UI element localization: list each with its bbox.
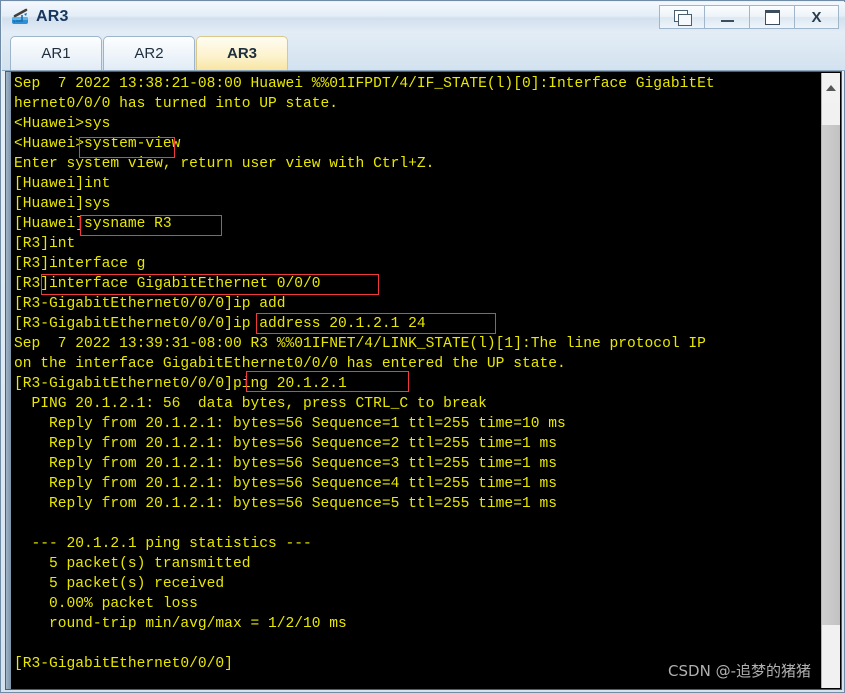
terminal-line: on the interface GigabitEthernet0/0/0 ha…	[14, 356, 566, 372]
scrollbar-thumb[interactable]	[822, 125, 840, 625]
terminal-line: [Huawei]sys	[14, 196, 111, 212]
terminal-line: [R3-GigabitEthernet0/0/0]ip add	[14, 296, 286, 312]
terminal-line: Reply from 20.1.2.1: bytes=56 Sequence=5…	[14, 496, 557, 512]
terminal-line: PING 20.1.2.1: 56 data bytes, press CTRL…	[14, 396, 487, 412]
scroll-up-button[interactable]	[822, 73, 840, 103]
terminal-line: Reply from 20.1.2.1: bytes=56 Sequence=3…	[14, 456, 557, 472]
maximize-button[interactable]	[749, 5, 794, 29]
device-tab-strip: AR1 AR2 AR3	[2, 32, 845, 71]
terminal-line: Reply from 20.1.2.1: bytes=56 Sequence=1…	[14, 416, 566, 432]
maximize-icon	[764, 9, 780, 25]
terminal-line: [R3]interface g	[14, 256, 146, 272]
terminal-line: round-trip min/avg/max = 1/2/10 ms	[14, 616, 347, 632]
terminal-line: [Huawei]sysname R3	[14, 216, 172, 232]
minimize-button[interactable]	[704, 5, 749, 29]
terminal-line: [R3]interface GigabitEthernet 0/0/0	[14, 276, 321, 292]
close-button[interactable]: X	[794, 5, 839, 29]
terminal-left-rail	[6, 72, 11, 689]
terminal-line: [Huawei]int	[14, 176, 111, 192]
minimize-icon	[720, 20, 734, 22]
terminal-line: 0.00% packet loss	[14, 596, 198, 612]
ar3-router-cli-window: AR3 X AR1 AR2 AR3 Sep 7 2022 13:38:21-08…	[0, 0, 845, 693]
terminal-line: <Huawei>system-view	[14, 136, 181, 152]
terminal-output: Sep 7 2022 13:38:21-08:00 Huawei %%01IFP…	[14, 74, 817, 689]
terminal-line: Enter system view, return user view with…	[14, 156, 435, 172]
restore-icon	[673, 9, 692, 26]
terminal-line: Reply from 20.1.2.1: bytes=56 Sequence=4…	[14, 476, 557, 492]
close-icon: X	[811, 8, 822, 26]
terminal-line: Reply from 20.1.2.1: bytes=56 Sequence=2…	[14, 436, 557, 452]
terminal-line: [R3-GigabitEthernet0/0/0]ping 20.1.2.1	[14, 376, 347, 392]
terminal-line: [R3]int	[14, 236, 76, 252]
terminal-line: 5 packet(s) received	[14, 576, 225, 592]
tab-ar1-label: AR1	[41, 45, 71, 62]
tab-ar2[interactable]: AR2	[103, 36, 195, 70]
chevron-up-icon	[826, 85, 836, 91]
terminal-line: --- 20.1.2.1 ping statistics ---	[14, 536, 312, 552]
window-title: AR3	[36, 8, 69, 25]
terminal-line: [R3-GigabitEthernet0/0/0]ip address 20.1…	[14, 316, 426, 332]
vertical-scrollbar[interactable]	[821, 73, 840, 688]
terminal-line: Sep 7 2022 13:39:31-08:00 R3 %%01IFNET/4…	[14, 336, 706, 352]
terminal-line: Sep 7 2022 13:38:21-08:00 Huawei %%01IFP…	[14, 76, 715, 92]
tab-ar3[interactable]: AR3	[196, 36, 288, 70]
title-bar: AR3 X	[2, 2, 845, 33]
tab-ar2-label: AR2	[134, 45, 164, 62]
tab-ar3-label: AR3	[226, 45, 257, 62]
terminal-line: <Huawei>sys	[14, 116, 111, 132]
terminal-panel[interactable]: Sep 7 2022 13:38:21-08:00 Huawei %%01IFP…	[5, 71, 842, 690]
terminal-line: hernet0/0/0 has turned into UP state.	[14, 96, 339, 112]
csdn-watermark: CSDN @-追梦的猪猪	[668, 662, 811, 680]
terminal-line: 5 packet(s) transmitted	[14, 556, 251, 572]
window-controls: X	[659, 5, 839, 29]
tab-ar1[interactable]: AR1	[10, 36, 102, 70]
router-icon	[10, 6, 32, 28]
restore-button[interactable]	[659, 5, 704, 29]
